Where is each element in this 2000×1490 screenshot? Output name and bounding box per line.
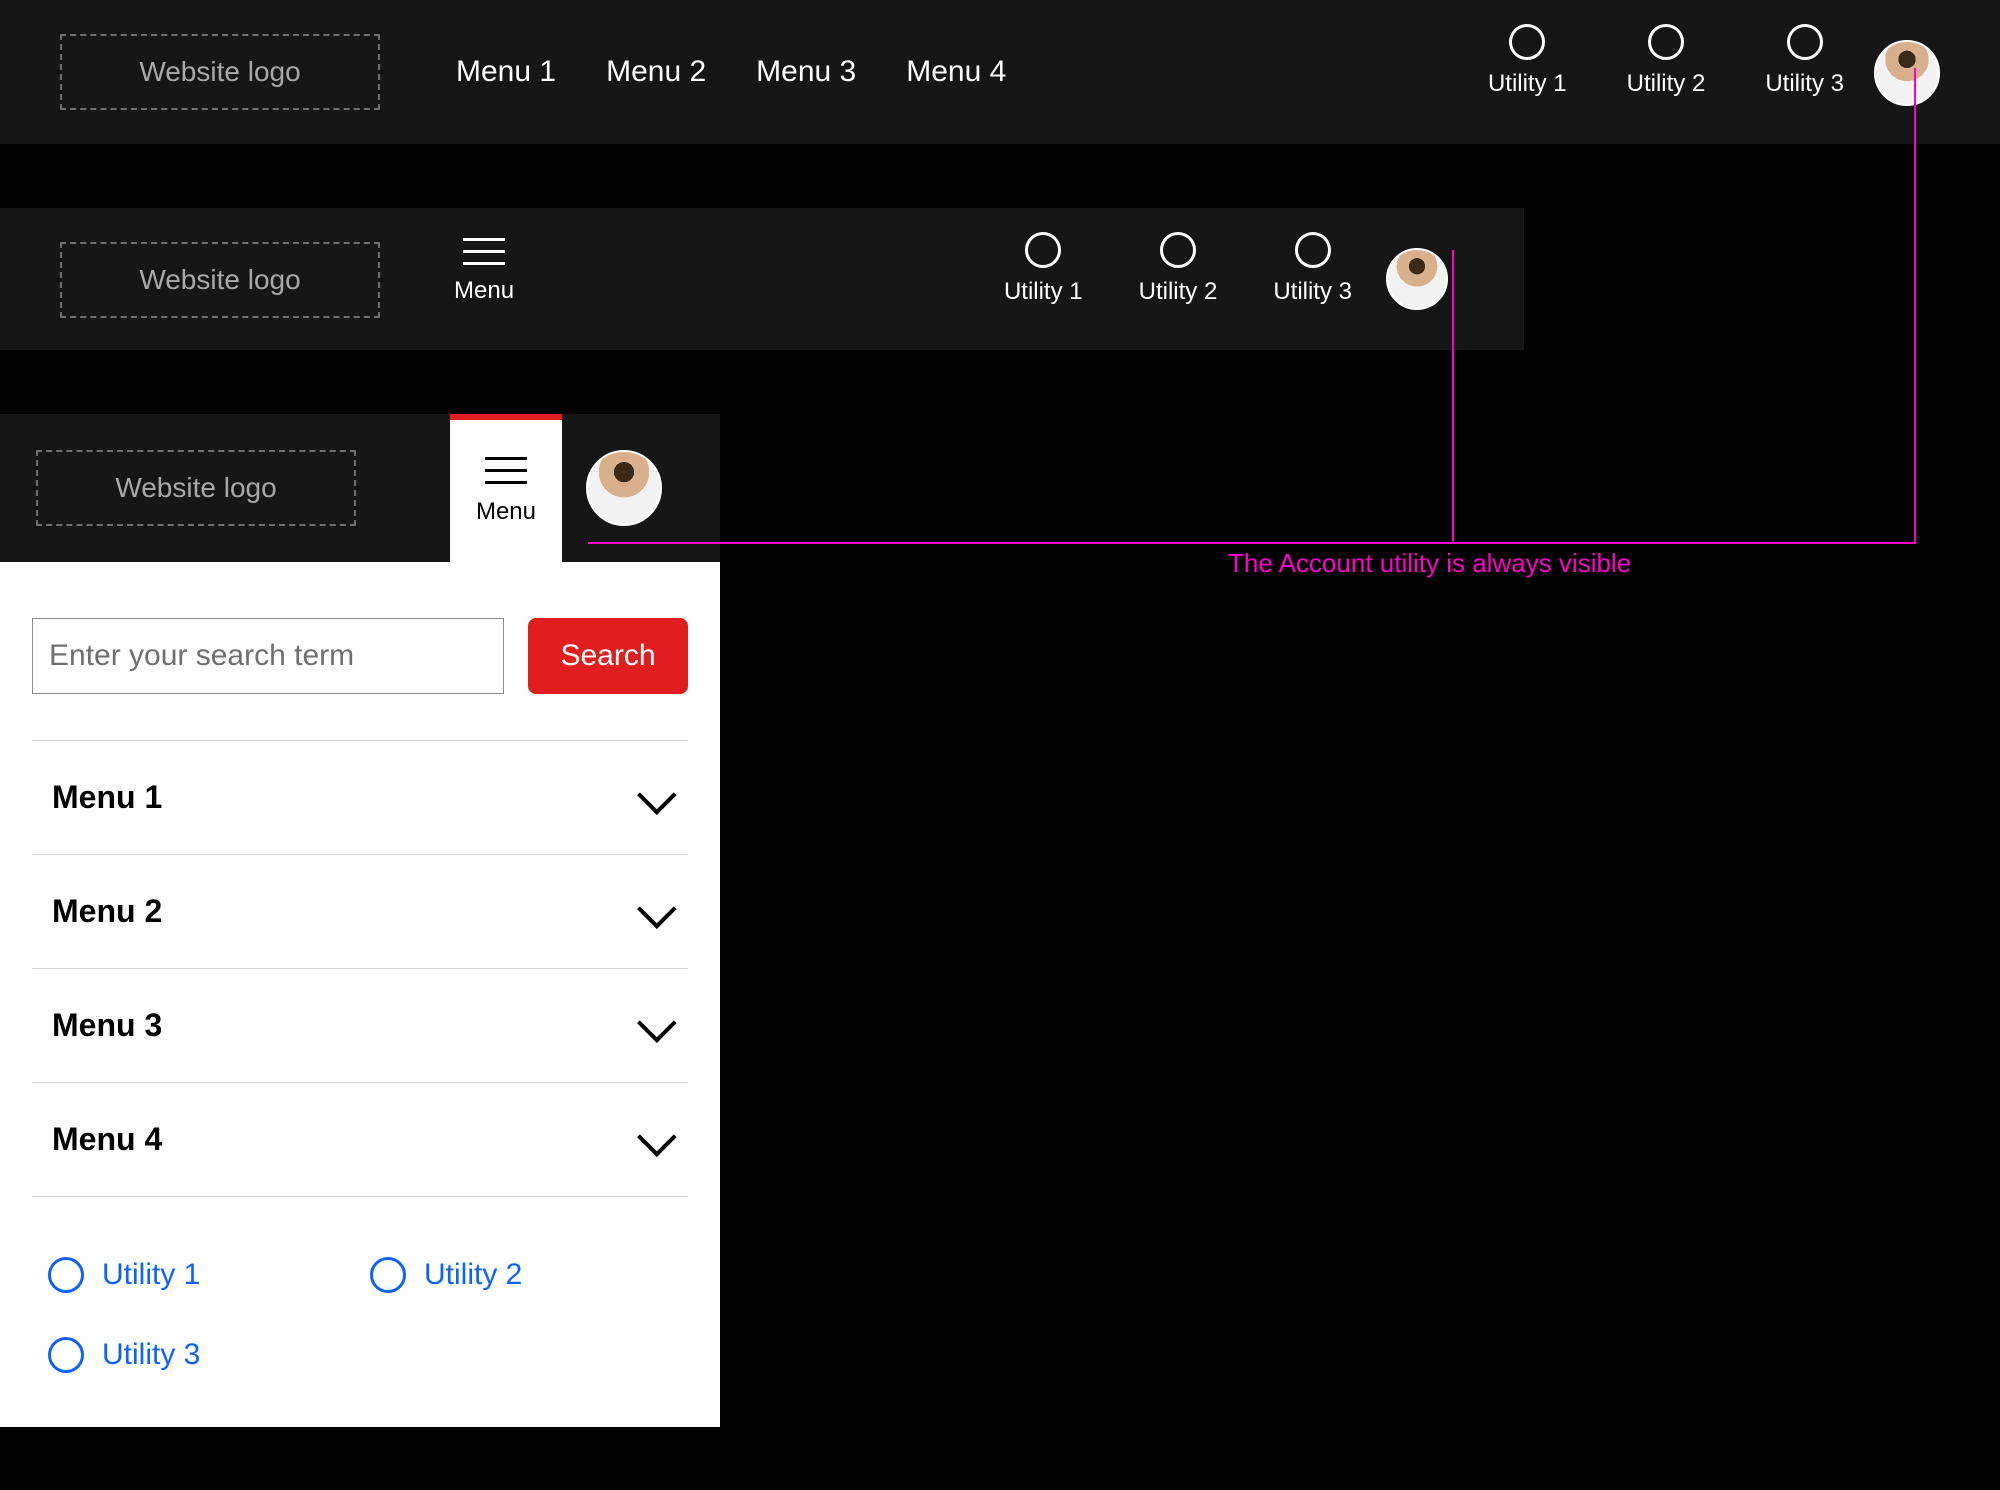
utility-item[interactable]: Utility 1	[1488, 24, 1567, 98]
logo-label: Website logo	[139, 56, 300, 88]
utility-item[interactable]: Utility 3	[1765, 24, 1844, 98]
annotation-line	[1452, 250, 1454, 542]
mobile-menu-item[interactable]: Menu 1	[32, 741, 688, 855]
account-avatar[interactable]	[586, 450, 662, 526]
circle-icon	[48, 1337, 84, 1373]
mobile-menu-item[interactable]: Menu 4	[32, 1083, 688, 1197]
menu-toggle-label: Menu	[454, 277, 514, 305]
logo-placeholder: Website logo	[60, 242, 380, 318]
mobile-menu-accordion: Menu 1 Menu 2 Menu 3 Menu 4	[32, 740, 688, 1197]
search-button[interactable]: Search	[528, 618, 688, 694]
hamburger-icon	[463, 238, 505, 265]
circle-icon	[1648, 24, 1684, 60]
circle-icon	[1509, 24, 1545, 60]
utility-label: Utility 1	[102, 1258, 200, 1292]
nav-menu-item[interactable]: Menu 3	[756, 55, 856, 89]
circle-icon	[370, 1257, 406, 1293]
utility-item[interactable]: Utility 2	[1627, 24, 1706, 98]
utility-link[interactable]: Utility 2	[370, 1257, 672, 1293]
utility-item[interactable]: Utility 3	[1273, 232, 1352, 306]
chevron-down-icon	[637, 1117, 677, 1157]
menu-toggle-label: Menu	[476, 498, 536, 526]
logo-placeholder: Website logo	[36, 450, 356, 526]
nav-menu-item[interactable]: Menu 1	[456, 55, 556, 89]
logo-label: Website logo	[139, 264, 300, 296]
chevron-down-icon	[637, 1003, 677, 1043]
mobile-menu-item[interactable]: Menu 2	[32, 855, 688, 969]
utility-label: Utility 1	[1488, 70, 1567, 98]
nav-desktop: Website logo Menu 1 Menu 2 Menu 3 Menu 4…	[0, 0, 2000, 144]
mobile-menu-label: Menu 2	[52, 893, 162, 930]
chevron-down-icon	[637, 889, 677, 929]
mobile-menu-label: Menu 1	[52, 779, 162, 816]
circle-icon	[1025, 232, 1061, 268]
utility-label: Utility 2	[424, 1258, 522, 1292]
utility-label: Utility 3	[1765, 70, 1844, 98]
menu-toggle-button-active[interactable]: Menu	[450, 414, 562, 562]
annotation-line	[588, 542, 1916, 544]
utility-item[interactable]: Utility 1	[1004, 232, 1083, 306]
nav-mobile-bar: Website logo Menu	[0, 414, 720, 562]
chevron-down-icon	[637, 775, 677, 815]
circle-icon	[48, 1257, 84, 1293]
menu-toggle-button[interactable]: Menu	[454, 238, 514, 305]
nav-menu-item[interactable]: Menu 2	[606, 55, 706, 89]
annotation-line	[1914, 68, 1916, 542]
logo-label: Website logo	[115, 472, 276, 504]
nav-desktop-utilities: Utility 1 Utility 2 Utility 3	[1488, 24, 1844, 98]
circle-icon	[1787, 24, 1823, 60]
utility-item[interactable]: Utility 2	[1139, 232, 1218, 306]
account-avatar[interactable]	[1386, 248, 1448, 310]
annotation-text: The Account utility is always visible	[1228, 548, 1631, 579]
utility-label: Utility 3	[102, 1338, 200, 1372]
mobile-menu-label: Menu 3	[52, 1007, 162, 1044]
mobile-menu-panel: Search Menu 1 Menu 2 Menu 3 Menu 4	[0, 562, 720, 1427]
nav-desktop-menus: Menu 1 Menu 2 Menu 3 Menu 4	[456, 0, 1006, 144]
nav-menu-item[interactable]: Menu 4	[906, 55, 1006, 89]
circle-icon	[1295, 232, 1331, 268]
utility-label: Utility 1	[1004, 278, 1083, 306]
mobile-menu-label: Menu 4	[52, 1121, 162, 1158]
account-avatar[interactable]	[1874, 40, 1940, 106]
logo-placeholder: Website logo	[60, 34, 380, 110]
utility-link[interactable]: Utility 1	[48, 1257, 350, 1293]
search-input[interactable]	[32, 618, 504, 694]
mobile-utilities: Utility 1 Utility 2 Utility 3	[0, 1197, 720, 1397]
utility-link[interactable]: Utility 3	[48, 1337, 350, 1373]
hamburger-icon	[485, 457, 527, 484]
search-row: Search	[0, 562, 720, 740]
nav-mobile: Website logo Menu Search Menu 1 Menu 2 M…	[0, 414, 720, 1427]
nav-tablet-utilities: Utility 1 Utility 2 Utility 3	[1004, 232, 1352, 306]
nav-tablet: Website logo Menu Utility 1 Utility 2 Ut…	[0, 208, 1524, 350]
utility-label: Utility 2	[1627, 70, 1706, 98]
utility-label: Utility 3	[1273, 278, 1352, 306]
circle-icon	[1160, 232, 1196, 268]
mobile-menu-item[interactable]: Menu 3	[32, 969, 688, 1083]
utility-label: Utility 2	[1139, 278, 1218, 306]
